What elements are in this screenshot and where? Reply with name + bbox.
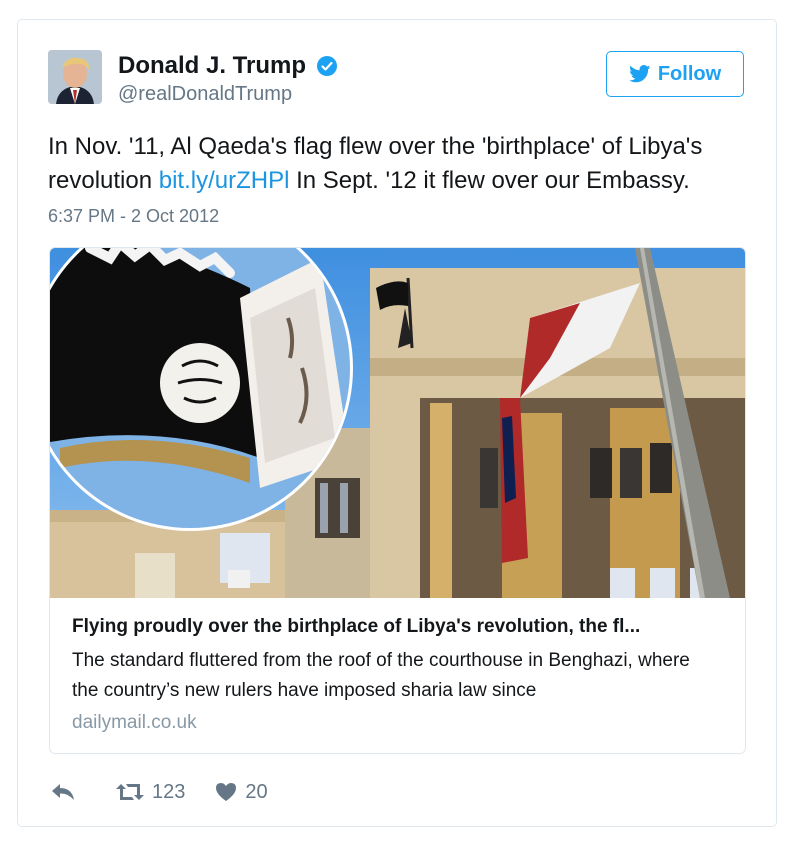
reply-button[interactable] [50,782,76,802]
tweet-text-part-2: In Sept. '12 it flew over our Embassy. [289,167,690,194]
follow-label: Follow [657,62,722,85]
like-count: 20 [245,780,268,803]
avatar[interactable] [48,50,102,104]
retweet-count: 123 [152,780,186,803]
card-title[interactable]: Flying proudly over the birthplace of Li… [72,616,725,638]
display-name[interactable]: Donald J. Trump [118,52,306,80]
heart-icon [216,783,237,801]
follow-button[interactable]: Follow [606,51,744,97]
tweet-link[interactable]: bit.ly/urZHPl [159,167,290,194]
author-block[interactable]: Donald J. Trump @realDonaldTrump [118,52,338,106]
reply-icon [52,784,74,800]
like-button[interactable]: 20 [215,780,268,804]
card-description: The standard fluttered from the roof of … [72,650,690,701]
twitter-bird-icon [628,65,651,83]
card-image[interactable] [50,248,745,598]
tweet-container: Donald J. Trump @realDonaldTrump Follow … [17,19,777,827]
card-domain: dailymail.co.uk [72,712,197,733]
tweet-header: Donald J. Trump @realDonaldTrump Follow [48,50,746,110]
verified-badge-icon [316,55,338,77]
tweet-actions: 123 20 [50,777,268,807]
link-card[interactable]: Flying proudly over the birthplace of Li… [49,247,746,754]
author-handle[interactable]: @realDonaldTrump [118,83,338,106]
tweet-timestamp[interactable]: 6:37 PM - 2 Oct 2012 [48,206,219,227]
tweet-text: In Nov. '11, Al Qaeda's flag flew over t… [48,130,748,198]
card-body: Flying proudly over the birthplace of Li… [50,598,745,734]
retweet-button[interactable]: 123 [116,781,185,804]
retweet-icon [116,784,144,800]
